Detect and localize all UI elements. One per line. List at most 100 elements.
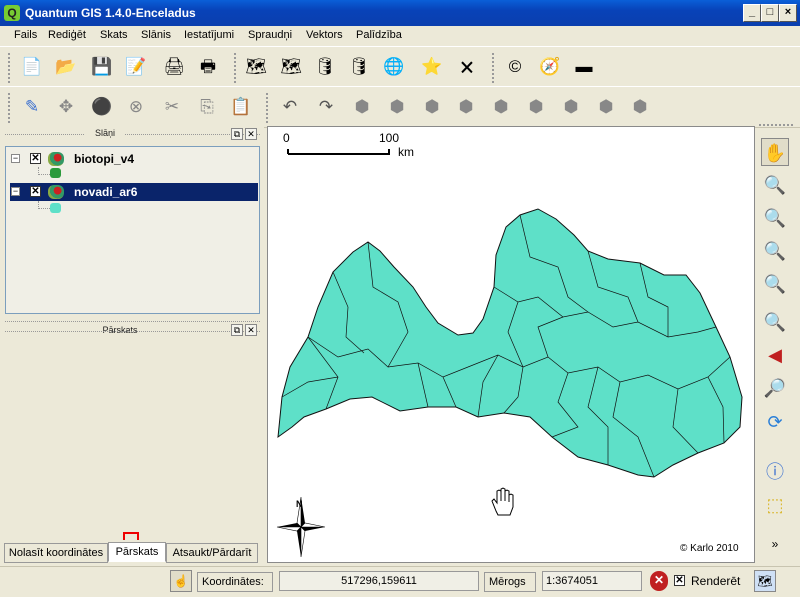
menu-slanis[interactable]: Slānis [141, 29, 171, 41]
menu-spraudni[interactable]: Spraudņi [248, 29, 292, 41]
new-project-icon[interactable]: 📄 [18, 53, 46, 81]
open-project-icon[interactable]: 📂 [52, 53, 80, 81]
save-project-icon[interactable]: 💾 [88, 53, 116, 81]
zoom-to-layer-icon[interactable]: 🔍 [761, 308, 789, 336]
tab-undo-redo[interactable]: Atsaukt/Pārdarīt [166, 543, 258, 563]
toolbar-overflow-icon[interactable]: » [761, 534, 789, 554]
layer-visibility-checkbox[interactable]: ✕ [30, 153, 41, 164]
move-feature-icon[interactable]: ✥ [52, 93, 80, 121]
map-navigation-toolbar: ✋ 🔍 🔍 🔍 🔍 🔍 ◀ 🔎 ⟳ ⓘ ⬚ » [758, 136, 792, 564]
zoom-next-icon[interactable]: 🔎 [761, 374, 789, 402]
north-arrow-icon[interactable]: 🧭 [536, 53, 564, 81]
menu-skats[interactable]: Skats [100, 29, 128, 41]
toolbar-grip[interactable] [266, 93, 269, 123]
redo-icon[interactable]: ↷ [312, 93, 340, 121]
remove-layer-icon[interactable]: 🗙 [453, 53, 481, 81]
close-panel-button[interactable]: ✕ [245, 128, 257, 140]
float-panel-button[interactable]: ⧉ [231, 324, 243, 336]
pan-tool-icon[interactable]: ✋ [761, 138, 789, 166]
zoom-out-icon[interactable]: 🔍 [761, 204, 789, 232]
copyright-label-icon[interactable]: © [501, 53, 529, 81]
zoom-full-icon[interactable]: 🔍 [761, 237, 789, 265]
north-label: N [296, 499, 303, 509]
add-wms-layer-icon[interactable]: 🌐 [380, 53, 408, 81]
collapse-toggle[interactable]: − [11, 187, 20, 196]
close-panel-button[interactable]: ✕ [245, 324, 257, 336]
vector-layer-icon [48, 152, 64, 166]
layer-list[interactable]: − ✕ biotopi_v4 − ✕ novadi_ar6 [5, 146, 260, 314]
collapse-toggle[interactable]: − [11, 154, 20, 163]
rotate-point-symbols-icon[interactable]: ⬢ [626, 93, 654, 121]
scale-bar-icon[interactable]: ▬ [570, 53, 598, 81]
layer-visibility-checkbox[interactable]: ✕ [30, 186, 41, 197]
merge-features-icon[interactable]: ⬢ [592, 93, 620, 121]
delete-selected-icon[interactable]: ⊗ [122, 93, 150, 121]
cut-features-icon[interactable]: ✂ [158, 93, 186, 121]
close-button[interactable]: × [779, 4, 797, 22]
overview-canvas[interactable] [5, 342, 260, 542]
float-panel-button[interactable]: ⧉ [231, 128, 243, 140]
toggle-mouse-coords-icon[interactable]: ☝ [170, 570, 192, 592]
qgis-app-icon: Q [4, 5, 20, 21]
add-island-icon[interactable]: ⬢ [418, 93, 446, 121]
tree-connector [38, 167, 50, 175]
maximize-button[interactable]: □ [761, 4, 779, 22]
render-checkbox[interactable]: ✕ [674, 575, 685, 586]
print-composer-icon[interactable]: 🖨 [160, 53, 188, 81]
paste-features-icon[interactable]: 📋 [227, 93, 255, 121]
add-raster-layer-icon[interactable]: 🗺 [277, 53, 305, 81]
save-as-icon[interactable]: 📝 [122, 53, 150, 81]
undo-icon[interactable]: ↶ [276, 93, 304, 121]
add-spatialite-layer-icon[interactable]: 🛢 [345, 53, 373, 81]
scale-field[interactable]: 1:3674051 [542, 571, 642, 591]
projection-status-icon[interactable]: 🗺 [754, 570, 776, 592]
add-vector-layer-icon[interactable]: 🗺 [242, 53, 270, 81]
select-features-icon[interactable]: ⬚ [761, 491, 789, 519]
zoom-in-icon[interactable]: 🔍 [761, 171, 789, 199]
stop-render-icon[interactable]: ✕ [650, 571, 668, 591]
tab-read-coordinates[interactable]: Nolasīt koordinātes [4, 543, 108, 563]
split-features-icon[interactable]: ⬢ [557, 93, 585, 121]
menu-bar: Fails Rediģēt Skats Slānis Iestatījumi S… [0, 26, 800, 46]
toolbar-grip[interactable] [8, 93, 11, 123]
toolbar-grip[interactable] [8, 53, 11, 83]
title-bar: Q Quantum GIS 1.4.0-Enceladus _ □ × [0, 0, 800, 26]
dock-separator [5, 134, 260, 135]
print-icon[interactable]: 🖶 [194, 53, 222, 81]
menu-palidziba[interactable]: Palīdzība [356, 29, 402, 41]
map-canvas[interactable]: 0 100 km N © Karlo 2010 [267, 126, 755, 563]
toggle-editing-icon[interactable]: ✎ [18, 93, 46, 121]
map-svg: 0 100 km N © Karlo 2010 [276, 131, 743, 558]
minimize-button[interactable]: _ [743, 4, 761, 22]
simplify-feature-icon[interactable]: ⬢ [348, 93, 376, 121]
copy-features-icon[interactable]: ⎘ [193, 93, 221, 121]
menu-fails[interactable]: Fails [14, 29, 37, 41]
reshape-features-icon[interactable]: ⬢ [522, 93, 550, 121]
zoom-to-selection-icon[interactable]: 🔍 [761, 270, 789, 298]
layer-item-novadi[interactable]: − ✕ novadi_ar6 [10, 183, 258, 201]
delete-ring-icon[interactable]: ⬢ [452, 93, 480, 121]
identify-icon[interactable]: ⓘ [761, 458, 789, 486]
add-postgis-layer-icon[interactable]: 🛢 [311, 53, 339, 81]
layers-panel-title: Slāņi [85, 128, 125, 140]
novadi-polygons [277, 208, 743, 478]
new-vector-layer-icon[interactable]: ⭐ [418, 53, 446, 81]
node-tool-icon[interactable]: ⚫ [88, 93, 116, 121]
zoom-last-icon[interactable]: ◀ [761, 341, 789, 369]
toolbar-grip[interactable] [234, 53, 237, 83]
add-ring-icon[interactable]: ⬢ [383, 93, 411, 121]
dock-separator [5, 321, 260, 322]
toolbar-grip[interactable] [759, 124, 793, 126]
novadi-symbol-icon [50, 203, 61, 213]
toolbar-grip[interactable] [492, 53, 495, 83]
coordinates-field[interactable]: 517296,159611 [279, 571, 479, 591]
menu-rediget[interactable]: Rediģēt [48, 29, 86, 41]
tab-overview[interactable]: Pārskats [108, 542, 166, 562]
refresh-icon[interactable]: ⟳ [761, 408, 789, 436]
delete-part-icon[interactable]: ⬢ [487, 93, 515, 121]
layer-item-biotopi[interactable]: − ✕ biotopi_v4 [6, 150, 259, 168]
menu-iestatijumi[interactable]: Iestatījumi [184, 29, 234, 41]
coordinates-label: Koordinātes: [197, 572, 273, 592]
menu-vektors[interactable]: Vektors [306, 29, 343, 41]
window-title: Quantum GIS 1.4.0-Enceladus [25, 6, 196, 20]
